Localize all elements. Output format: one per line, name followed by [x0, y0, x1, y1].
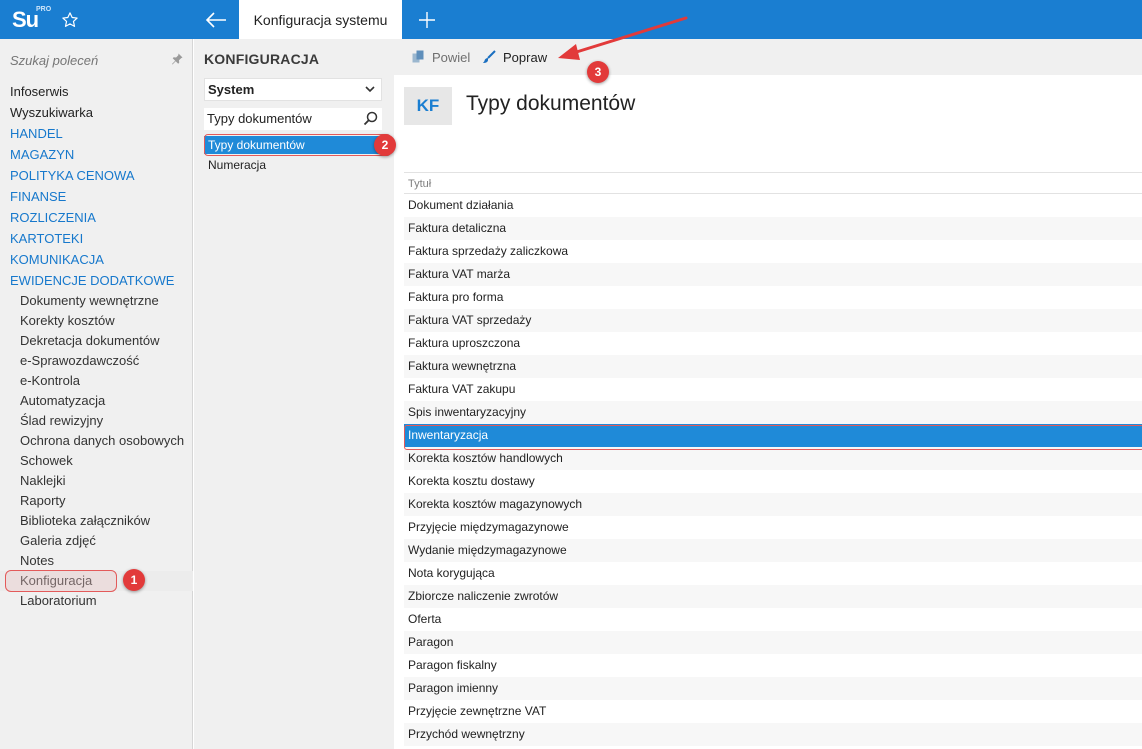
- table-row[interactable]: Faktura wewnętrzna: [404, 355, 1142, 378]
- table-row[interactable]: Przychód wewnętrzny: [404, 723, 1142, 746]
- grid-body: Dokument działania Faktura detaliczna Fakt…: [404, 194, 1142, 746]
- sub-item-raporty[interactable]: Raporty: [0, 491, 193, 511]
- nav-section-polityka-cenowa[interactable]: POLITYKA CENOWA: [0, 165, 193, 186]
- copy-icon: [412, 50, 424, 63]
- table-row[interactable]: Spis inwentaryzacyjny: [404, 401, 1142, 424]
- table-row[interactable]: Paragon imienny: [404, 677, 1142, 700]
- nav-section-rozliczenia[interactable]: ROZLICZENIA: [0, 207, 193, 228]
- nav-item-wyszukiwarka[interactable]: Wyszukiwarka: [0, 102, 193, 123]
- action-toolbar: Powiel Popraw: [394, 39, 1142, 75]
- command-search-input[interactable]: [10, 51, 160, 69]
- ewidencje-sub-list: Dokumenty wewnętrzne Korekty kosztów Dek…: [0, 291, 193, 611]
- table-row[interactable]: Faktura sprzedaży zaliczkowa: [404, 240, 1142, 263]
- config-area-select[interactable]: System: [204, 78, 382, 101]
- back-arrow-icon[interactable]: [197, 0, 235, 39]
- table-row[interactable]: Faktura detaliczna: [404, 217, 1142, 240]
- table-row[interactable]: Inwentaryzacja: [404, 424, 1142, 447]
- tab-konfiguracja-systemu[interactable]: Konfiguracja systemu: [239, 0, 402, 39]
- column-header-tytul[interactable]: Tytuł: [404, 172, 1142, 194]
- table-row[interactable]: Faktura VAT sprzedaży: [404, 309, 1142, 332]
- select-value: System: [208, 82, 255, 97]
- table-row[interactable]: Faktura uproszczona: [404, 332, 1142, 355]
- sub-item-naklejki[interactable]: Naklejki: [0, 471, 193, 491]
- favorites-star-icon[interactable]: [52, 0, 88, 39]
- sub-item-e-kontrola[interactable]: e-Kontrola: [0, 371, 193, 391]
- page-title: Typy dokumentów: [466, 92, 636, 115]
- copy-label: Powiel: [432, 49, 471, 65]
- table-row[interactable]: Zbiorcze naliczenie zwrotów: [404, 585, 1142, 608]
- sub-item-slad-rewizyjny[interactable]: Ślad rewizyjny: [0, 411, 193, 431]
- nav-section-finanse[interactable]: FINANSE: [0, 186, 193, 207]
- edit-label: Popraw: [503, 49, 548, 65]
- table-row[interactable]: Faktura pro forma: [404, 286, 1142, 309]
- nav-section-komunikacja[interactable]: KOMUNIKACJA: [0, 249, 193, 270]
- table-row[interactable]: Nota korygująca: [404, 562, 1142, 585]
- edit-button[interactable]: Popraw: [482, 47, 547, 67]
- left-sidebar: Infoserwis Wyszukiwarka HANDEL MAGAZYN P…: [0, 39, 193, 749]
- config-search-field[interactable]: Typy dokumentów: [204, 108, 382, 130]
- app-logo[interactable]: Su PRO: [0, 0, 52, 39]
- table-row[interactable]: Korekta kosztu dostawy: [404, 470, 1142, 493]
- table-row[interactable]: Faktura VAT zakupu: [404, 378, 1142, 401]
- sub-item-biblioteka-zalacznikow[interactable]: Biblioteka załączników: [0, 511, 193, 531]
- panel-title: KONFIGURACJA: [204, 51, 320, 67]
- sub-item-notes[interactable]: Notes: [0, 551, 193, 571]
- document-types-grid: Tytuł Dokument działania Faktura detalicz…: [404, 172, 1142, 746]
- copy-button[interactable]: Powiel: [412, 47, 470, 67]
- configuration-panel: KONFIGURACJA System Typy dokumentów Typy…: [194, 39, 394, 749]
- pin-icon[interactable]: [170, 52, 184, 66]
- sub-item-korekty-kosztow[interactable]: Korekty kosztów: [0, 311, 193, 331]
- callout-badge-1: 1: [123, 569, 145, 591]
- sub-item-ochrona-danych[interactable]: Ochrona danych osobowych: [0, 431, 193, 451]
- search-icon[interactable]: [363, 111, 378, 126]
- sub-item-laboratorium[interactable]: Laboratorium: [0, 591, 193, 611]
- nav-section-kartoteki[interactable]: KARTOTEKI: [0, 228, 193, 249]
- config-search-value: Typy dokumentów: [207, 111, 312, 126]
- chevron-down-icon: [365, 86, 375, 93]
- top-bar: Su PRO Konfiguracja systemu: [0, 0, 1142, 39]
- logo-text: Su: [11, 6, 39, 32]
- module-badge: KF: [404, 87, 452, 125]
- callout-badge-3: 3: [587, 61, 609, 83]
- table-row[interactable]: Korekta kosztów handlowych: [404, 447, 1142, 470]
- tree-item-numeracja[interactable]: Numeracja: [204, 156, 387, 174]
- add-tab-plus-icon[interactable]: [412, 0, 442, 39]
- sub-item-automatyzacja[interactable]: Automatyzacja: [0, 391, 193, 411]
- tree-item-typy-dokumentow[interactable]: Typy dokumentów: [204, 136, 387, 154]
- sub-item-konfiguracja[interactable]: Konfiguracja: [0, 571, 193, 591]
- sub-item-schowek[interactable]: Schowek: [0, 451, 193, 471]
- brush-icon: [483, 50, 496, 63]
- table-row[interactable]: Przyjęcie zewnętrzne VAT: [404, 700, 1142, 723]
- sub-item-e-sprawozdawczosc[interactable]: e-Sprawozdawczość: [0, 351, 193, 371]
- sub-item-galeria-zdjec[interactable]: Galeria zdjęć: [0, 531, 193, 551]
- nav-section-ewidencje-dodatkowe[interactable]: EWIDENCJE DODATKOWE: [0, 270, 193, 291]
- nav-section-handel[interactable]: HANDEL: [0, 123, 193, 144]
- table-row[interactable]: Paragon: [404, 631, 1142, 654]
- table-row[interactable]: Korekta kosztów magazynowych: [404, 493, 1142, 516]
- callout-badge-2: 2: [374, 134, 396, 156]
- sub-item-dokumenty-wewnetrzne[interactable]: Dokumenty wewnętrzne: [0, 291, 193, 311]
- navigation-list: Infoserwis Wyszukiwarka HANDEL MAGAZYN P…: [0, 81, 193, 611]
- table-row[interactable]: Oferta: [404, 608, 1142, 631]
- table-row[interactable]: Przyjęcie międzymagazynowe: [404, 516, 1142, 539]
- command-search-row: [0, 39, 193, 79]
- nav-item-infoserwis[interactable]: Infoserwis: [0, 81, 193, 102]
- logo-superscript: PRO: [36, 6, 52, 13]
- table-row[interactable]: Dokument działania: [404, 194, 1142, 217]
- table-row[interactable]: Wydanie międzymagazynowe: [404, 539, 1142, 562]
- sub-item-dekretacja-dokumentow[interactable]: Dekretacja dokumentów: [0, 331, 193, 351]
- nav-section-magazyn[interactable]: MAGAZYN: [0, 144, 193, 165]
- table-row[interactable]: Paragon fiskalny: [404, 654, 1142, 677]
- table-row[interactable]: Faktura VAT marża: [404, 263, 1142, 286]
